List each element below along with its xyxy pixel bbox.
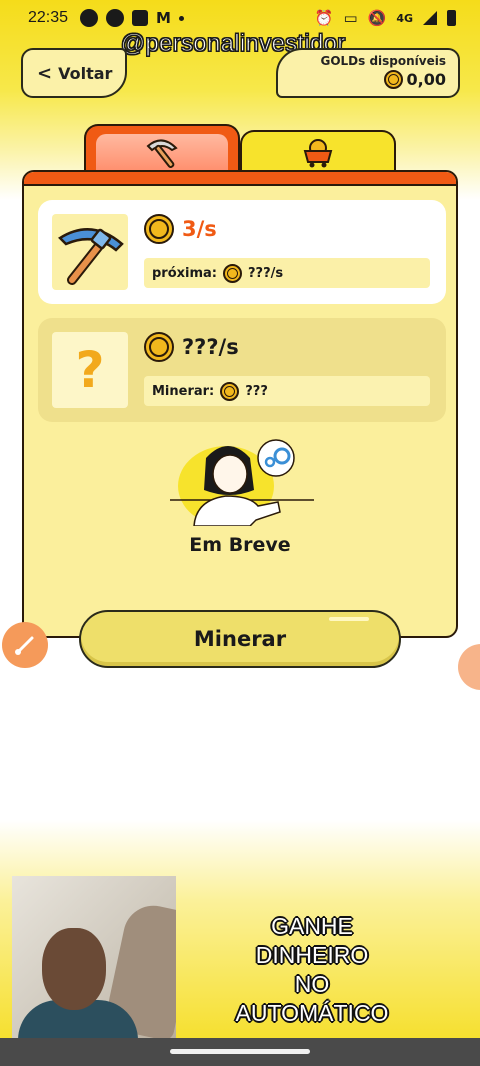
promo-line: NO — [294, 971, 330, 997]
golds-value: 0,00 — [406, 70, 446, 89]
shield-icon — [132, 10, 149, 26]
brush-icon — [15, 636, 34, 655]
gold-coin-icon — [223, 263, 243, 283]
golds-balance-panel: GOLDs disponíveis 0,00 — [276, 48, 460, 98]
mine-button[interactable]: Minerar — [79, 610, 401, 668]
signal-icon — [423, 11, 437, 25]
mine-cost-label: Minerar: — [152, 383, 215, 399]
mine-cost-box: Minerar: ??? — [144, 376, 430, 406]
promo-line: AUTOMÁTICO — [235, 1000, 389, 1026]
next-level-box: próxima: ???/s — [144, 258, 430, 288]
coming-soon-label: Em Breve — [189, 534, 291, 556]
gold-coin-icon — [220, 381, 240, 401]
coming-soon-illustration — [170, 439, 314, 526]
chevron-left-icon: < — [37, 62, 53, 84]
tool-row-pickaxe[interactable]: 3/s próxima: ???/s — [38, 200, 446, 304]
tab-mine-cart[interactable] — [240, 130, 396, 174]
pickaxe-icon — [58, 228, 124, 285]
pickaxe-icon — [146, 139, 178, 169]
promo-line: DINHEIRO — [255, 942, 369, 968]
mine-cost-value: ??? — [245, 383, 268, 399]
navigation-bar — [0, 1038, 480, 1066]
network-type: 4G — [396, 11, 413, 25]
back-label: Voltar — [58, 63, 113, 83]
tab-pickaxe[interactable] — [84, 124, 240, 174]
battery-icon — [447, 10, 456, 26]
mine-cart-icon — [303, 139, 333, 168]
mine-button-label: Minerar — [193, 627, 287, 651]
card-header-strip — [24, 172, 456, 186]
floating-side-button[interactable] — [458, 644, 480, 690]
video-person-head — [42, 928, 106, 1010]
tool-icon-box — [52, 214, 128, 290]
gold-coin-icon — [144, 332, 174, 362]
promo-line: GANHE — [271, 913, 353, 939]
mining-card: 3/s próxima: ???/s ? ???/s Minerar: ??? — [22, 170, 458, 638]
mute-icon: 🔕 — [367, 9, 387, 27]
question-mark-icon: ? — [75, 341, 105, 399]
tool-rate: 3/s — [182, 217, 217, 241]
tool-row-locked[interactable]: ? ???/s Minerar: ??? — [38, 318, 446, 422]
gold-coin-icon — [144, 214, 174, 244]
gold-coin-icon — [383, 70, 403, 89]
floating-brush-button[interactable] — [2, 622, 48, 668]
tool-icon-box: ? — [52, 332, 128, 408]
status-time: 22:35 — [28, 9, 69, 26]
next-level-label: próxima: — [152, 265, 218, 281]
gmail-icon: M — [156, 9, 171, 27]
close-circle-icon — [80, 9, 99, 27]
golds-label: GOLDs disponíveis — [320, 54, 446, 68]
home-gesture-handle[interactable] — [170, 1049, 310, 1054]
button-shine — [329, 617, 369, 621]
tool-rate: ???/s — [182, 335, 239, 359]
more-notifications-icon — [178, 15, 184, 21]
cast-icon: ▭ — [343, 9, 358, 27]
next-level-value: ???/s — [248, 265, 284, 281]
video-overlay — [12, 876, 176, 1040]
app-notification-icon — [106, 9, 125, 27]
back-button[interactable]: < Voltar — [21, 48, 127, 98]
alarm-icon: ⏰ — [314, 9, 334, 27]
promo-caption: GANHE DINHEIRO NO AUTOMÁTICO — [200, 912, 424, 1028]
